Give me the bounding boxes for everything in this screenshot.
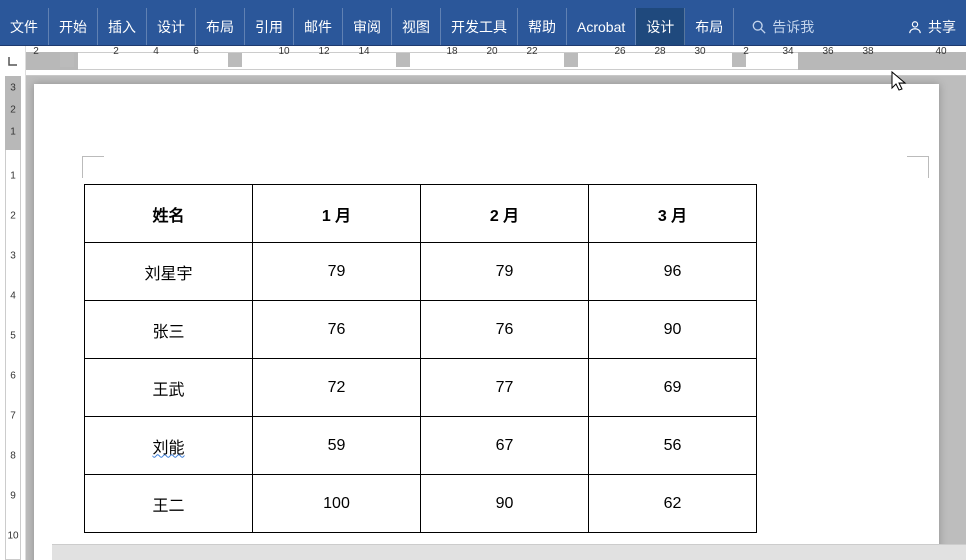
table-header-name[interactable]: 姓名 <box>85 185 253 243</box>
ruler-h-num: 40 <box>935 46 946 57</box>
ribbon-tab-12[interactable]: 布局 <box>685 8 734 45</box>
ribbon-tab-11[interactable]: 设计 <box>636 8 685 45</box>
ruler-v-num: 4 <box>5 291 21 302</box>
ruler-h-num: 20 <box>486 46 497 57</box>
table-row[interactable]: 刘星宇 79 79 96 <box>85 243 757 301</box>
ribbon-tab-2[interactable]: 设计 <box>147 8 196 45</box>
cell-m2[interactable]: 90 <box>421 475 589 533</box>
cell-m3[interactable]: 69 <box>589 359 757 417</box>
data-table[interactable]: 姓名 1 月 2 月 3 月 刘星宇 79 79 96 <box>84 184 757 533</box>
ruler-corner <box>0 46 26 76</box>
ruler-horizontal[interactable]: 2 2 4 6 10 12 14 18 20 22 26 28 30 2 34 … <box>26 46 966 75</box>
cell-m1[interactable]: 59 <box>253 417 421 475</box>
ruler-h-num: 2 <box>113 46 119 57</box>
ruler-vertical[interactable]: 3 2 1 1 2 3 4 5 6 7 8 9 10 <box>0 76 26 560</box>
ruler-h-num: 18 <box>446 46 457 57</box>
ruler-h-num: 2 <box>33 46 39 57</box>
table-row[interactable]: 刘能 59 67 56 <box>85 417 757 475</box>
ruler-row: 2 2 4 6 10 12 14 18 20 22 26 28 30 2 34 … <box>0 46 966 76</box>
ruler-v-num: 1 <box>5 127 21 138</box>
ruler-v-num: 3 <box>5 251 21 262</box>
ribbon-tab-6[interactable]: 审阅 <box>343 8 392 45</box>
document-area[interactable]: 姓名 1 月 2 月 3 月 刘星宇 79 79 96 <box>26 76 966 560</box>
table-header-m2[interactable]: 2 月 <box>421 185 589 243</box>
ruler-h-num: 34 <box>782 46 793 57</box>
ruler-v-num: 9 <box>5 491 21 502</box>
share-label: 共享 <box>928 17 956 37</box>
ruler-h-tab-icon <box>228 53 242 67</box>
cell-m2[interactable]: 76 <box>421 301 589 359</box>
ribbon-tab-8[interactable]: 开发工具 <box>441 8 518 45</box>
cell-m2[interactable]: 79 <box>421 243 589 301</box>
ribbon-tab-3[interactable]: 布局 <box>196 8 245 45</box>
ruler-h-tab-icon <box>60 53 74 67</box>
cell-name[interactable]: 王二 <box>85 475 253 533</box>
ruler-h-num: 30 <box>694 46 705 57</box>
title-bar <box>0 0 966 8</box>
ruler-v-num: 2 <box>5 211 21 222</box>
margin-corner-tr <box>907 156 929 178</box>
share-button[interactable]: 共享 <box>898 17 966 37</box>
search-icon <box>752 20 766 34</box>
ruler-v-num: 5 <box>5 331 21 342</box>
ruler-h-tab-icon <box>564 53 578 67</box>
ruler-v-num: 8 <box>5 451 21 462</box>
ruler-h-num: 6 <box>193 46 199 57</box>
cell-m3[interactable]: 56 <box>589 417 757 475</box>
cell-m3[interactable]: 90 <box>589 301 757 359</box>
ruler-v-num: 10 <box>5 531 21 542</box>
cell-m1[interactable]: 76 <box>253 301 421 359</box>
ruler-v-num: 7 <box>5 411 21 422</box>
margin-corner-tl <box>82 156 104 178</box>
ribbon-tab-7[interactable]: 视图 <box>392 8 441 45</box>
table-header-m1[interactable]: 1 月 <box>253 185 421 243</box>
table-header-row: 姓名 1 月 2 月 3 月 <box>85 185 757 243</box>
table-row[interactable]: 王武 72 77 69 <box>85 359 757 417</box>
ruler-h-num: 26 <box>614 46 625 57</box>
scrollbar-horizontal[interactable] <box>52 544 966 560</box>
ruler-v-num: 1 <box>5 171 21 182</box>
table-row[interactable]: 张三 76 76 90 <box>85 301 757 359</box>
share-icon <box>908 20 922 34</box>
ruler-h-num: 10 <box>278 46 289 57</box>
ruler-h-num: 22 <box>526 46 537 57</box>
cell-m2[interactable]: 77 <box>421 359 589 417</box>
ribbon-tab-0[interactable]: 开始 <box>49 8 98 45</box>
cell-m3[interactable]: 62 <box>589 475 757 533</box>
ribbon-tab-9[interactable]: 帮助 <box>518 8 567 45</box>
ruler-h-num: 12 <box>318 46 329 57</box>
cell-name[interactable]: 刘能 <box>85 417 253 475</box>
cell-m1[interactable]: 79 <box>253 243 421 301</box>
ribbon-tab-10[interactable]: Acrobat <box>567 8 636 45</box>
ruler-h-num: 36 <box>822 46 833 57</box>
ruler-h-num: 2 <box>743 46 749 57</box>
spell-error-text: 刘能 <box>152 440 184 457</box>
cell-name[interactable]: 王武 <box>85 359 253 417</box>
ruler-h-num: 14 <box>358 46 369 57</box>
ruler-v-num: 2 <box>5 105 21 116</box>
tell-me-label: 告诉我 <box>772 17 814 37</box>
ribbon: 文件 开始 插入 设计 布局 引用 邮件 审阅 视图 开发工具 帮助 Acrob… <box>0 8 966 46</box>
table-header-m3[interactable]: 3 月 <box>589 185 757 243</box>
ribbon-tab-4[interactable]: 引用 <box>245 8 294 45</box>
cell-name[interactable]: 刘星宇 <box>85 243 253 301</box>
ribbon-file[interactable]: 文件 <box>0 8 49 45</box>
tell-me-search[interactable]: 告诉我 <box>734 17 832 37</box>
cell-m1[interactable]: 100 <box>253 475 421 533</box>
cell-name[interactable]: 张三 <box>85 301 253 359</box>
ruler-h-tab-icon <box>396 53 410 67</box>
cell-m1[interactable]: 72 <box>253 359 421 417</box>
tab-stop-icon <box>8 56 18 66</box>
ruler-h-num: 4 <box>153 46 159 57</box>
ruler-h-num: 28 <box>654 46 665 57</box>
table-row[interactable]: 王二 100 90 62 <box>85 475 757 533</box>
ribbon-tab-5[interactable]: 邮件 <box>294 8 343 45</box>
ribbon-tab-1[interactable]: 插入 <box>98 8 147 45</box>
cell-m2[interactable]: 67 <box>421 417 589 475</box>
ruler-h-num: 38 <box>862 46 873 57</box>
document-page[interactable]: 姓名 1 月 2 月 3 月 刘星宇 79 79 96 <box>34 84 939 560</box>
cell-m3[interactable]: 96 <box>589 243 757 301</box>
ruler-v-num: 6 <box>5 371 21 382</box>
ruler-v-num: 3 <box>5 83 21 94</box>
